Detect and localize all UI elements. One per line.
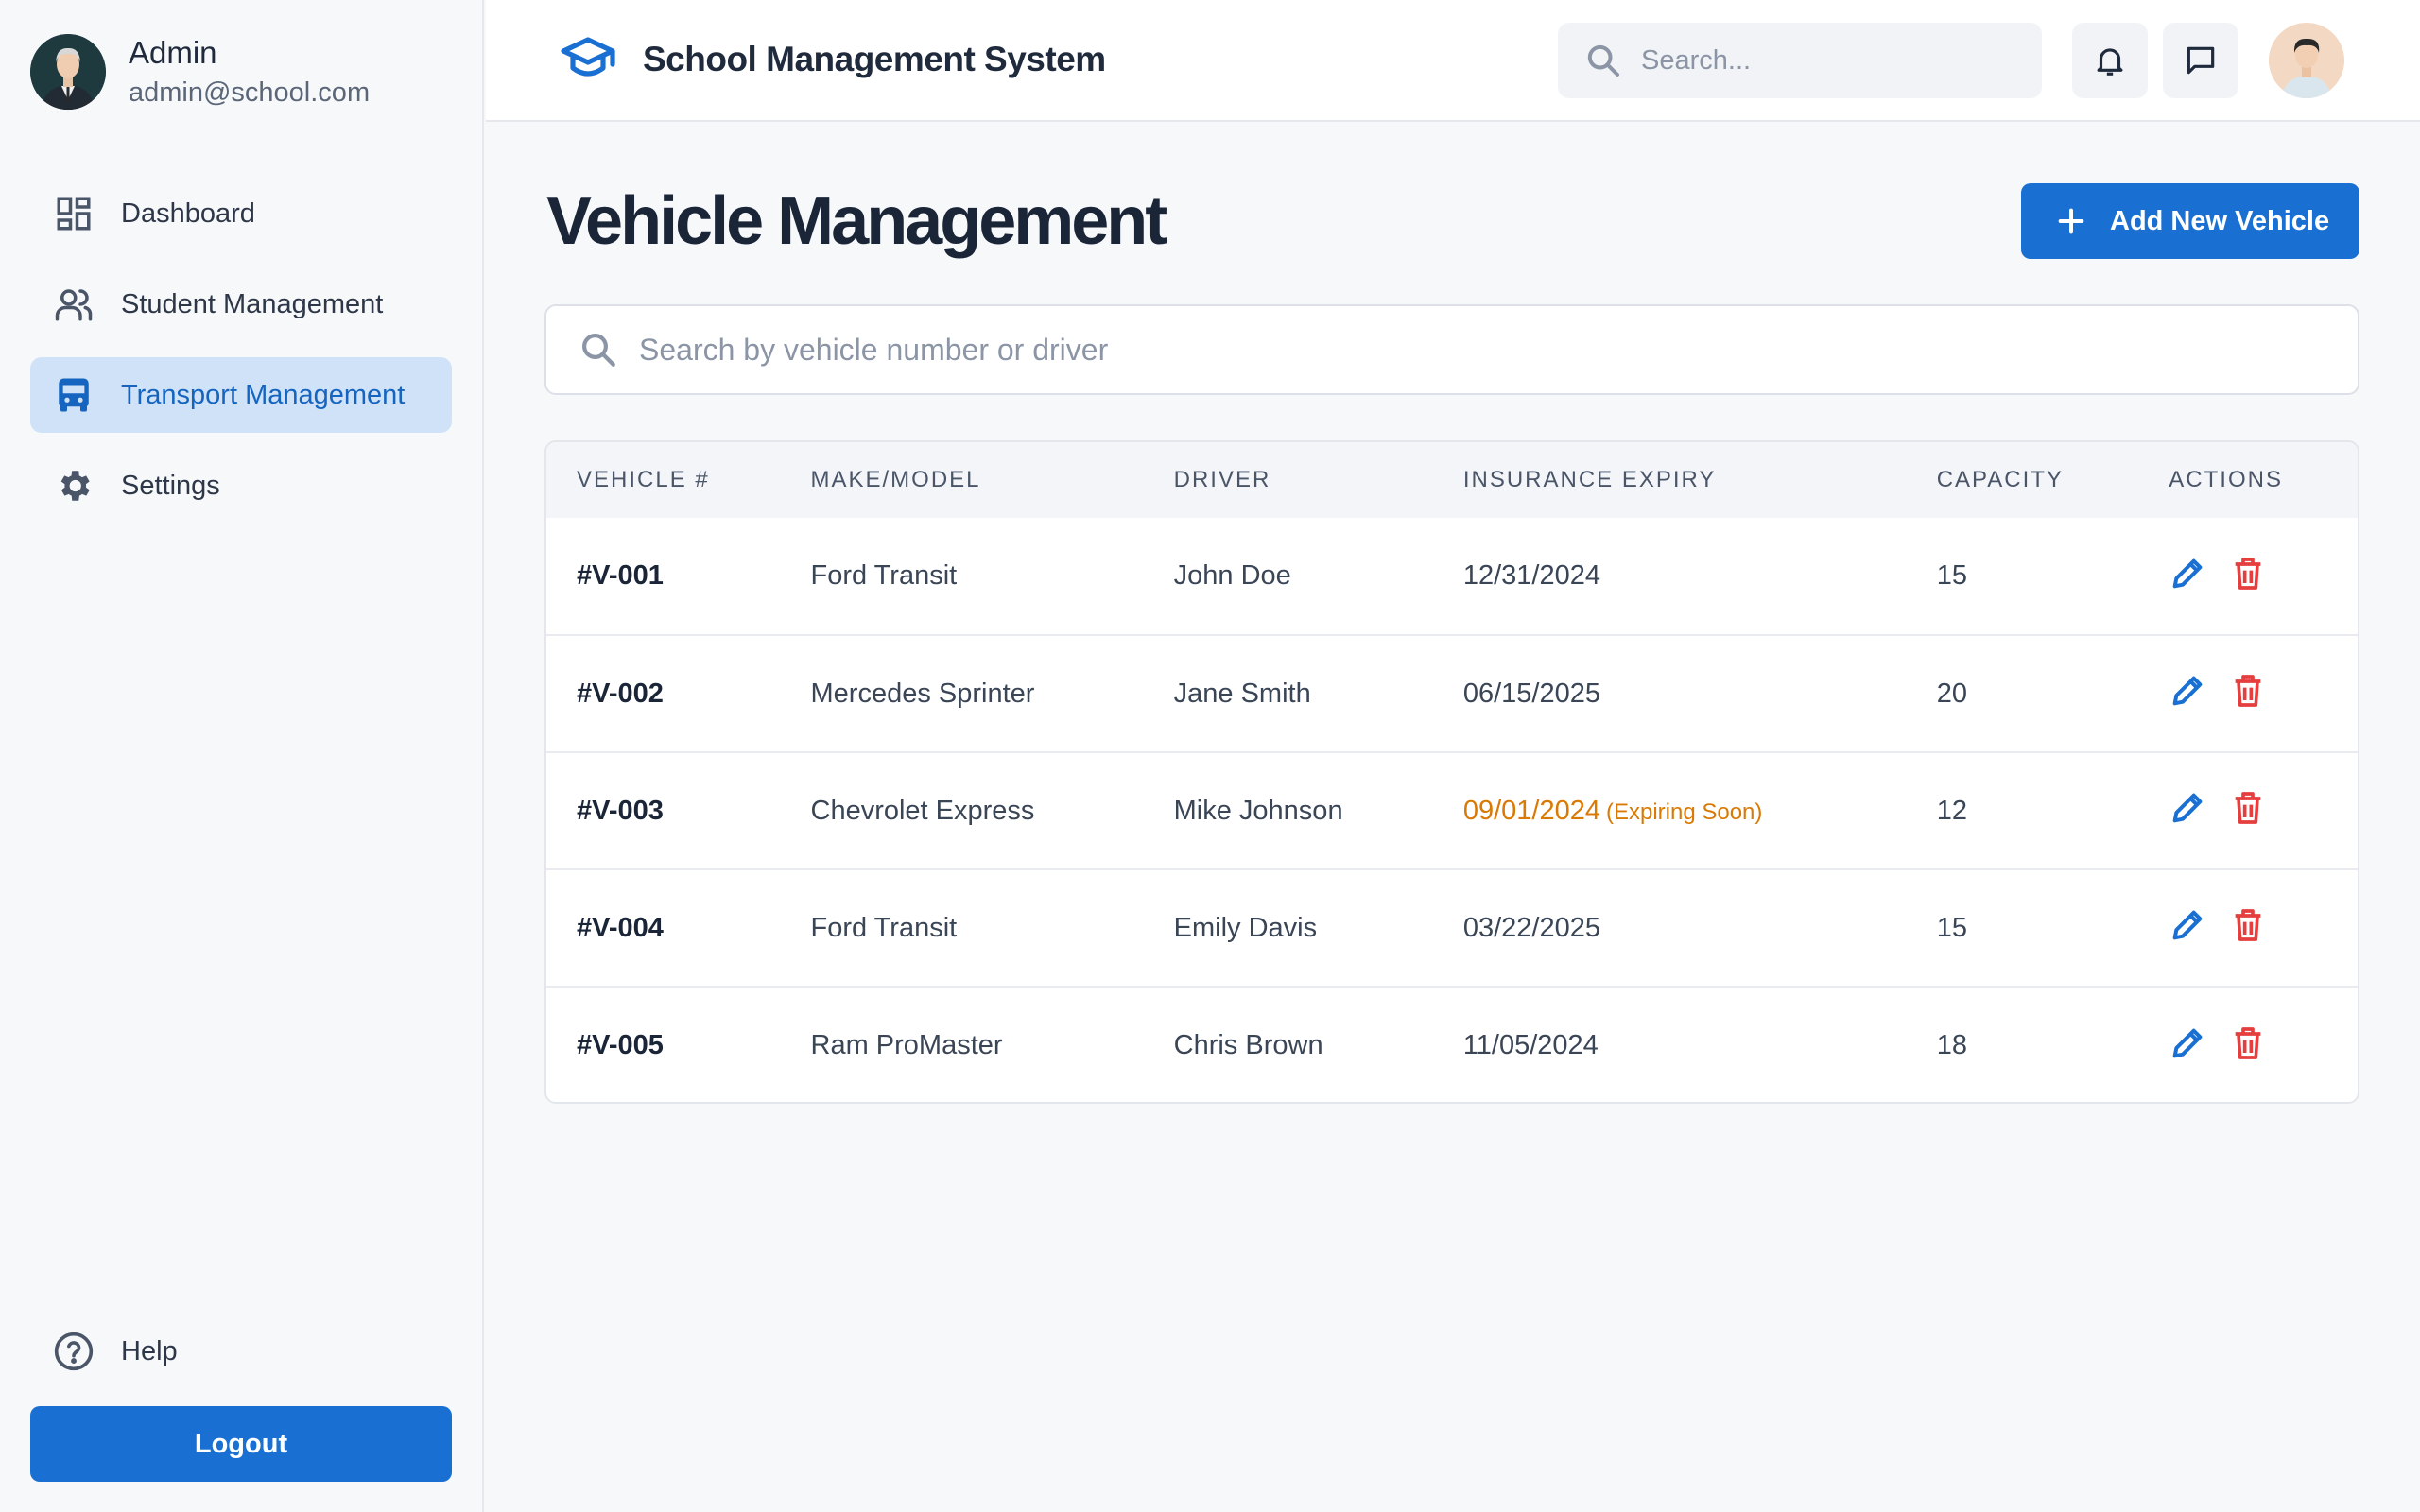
table-row[interactable]: #V-001 Ford Transit John Doe 12/31/2024 …	[546, 518, 2358, 635]
table-row[interactable]: #V-002 Mercedes Sprinter Jane Smith 06/1…	[546, 635, 2358, 752]
admin-profile[interactable]: Admin admin@school.com	[30, 32, 370, 112]
row-actions	[2138, 752, 2358, 869]
insurance-expiry-date: 09/01/2024	[1462, 795, 1600, 826]
vehicle-capacity: 15	[1936, 912, 1967, 943]
expiring-soon-note: (Expiring Soon)	[1605, 799, 1763, 825]
admin-name: Admin	[129, 35, 217, 70]
sidebar: Admin admin@school.com Dashboard Student…	[0, 0, 484, 1512]
sidebar-item-settings[interactable]: Settings	[30, 448, 452, 524]
table-row[interactable]: #V-004 Ford Transit Emily Davis 03/22/20…	[546, 869, 2358, 987]
brand[interactable]: School Management System	[560, 34, 1106, 85]
help-icon	[54, 1332, 94, 1371]
delete-icon[interactable]	[2229, 555, 2267, 593]
column-header[interactable]: CAPACITY	[1907, 442, 2139, 518]
dashboard-icon	[53, 193, 95, 234]
insurance-expiry: 09/01/2024 (Expiring Soon)	[1433, 752, 1907, 869]
search-icon	[1587, 44, 1619, 77]
vehicle-capacity: 12	[1936, 795, 1967, 826]
users-icon	[53, 284, 95, 325]
delete-icon[interactable]	[2229, 672, 2267, 710]
sidebar-item-label: Dashboard	[121, 198, 255, 229]
sidebar-item-label: Transport Management	[121, 379, 406, 410]
sidebar-item-label: Student Management	[121, 288, 384, 319]
edit-icon[interactable]	[2169, 1024, 2206, 1062]
vehicle-capacity: 15	[1936, 560, 1967, 591]
edit-icon[interactable]	[2169, 555, 2206, 593]
edit-icon[interactable]	[2169, 789, 2206, 827]
vehicle-capacity: 18	[1936, 1030, 1967, 1060]
sidebar-item-dashboard[interactable]: Dashboard	[30, 176, 452, 251]
vehicle-model: Ford Transit	[810, 912, 958, 943]
admin-email: admin@school.com	[129, 77, 371, 108]
bell-icon	[2097, 48, 2123, 76]
vehicle-driver: Emily Davis	[1173, 912, 1318, 943]
table-row[interactable]: #V-003 Chevrolet Express Mike Johnson 09…	[546, 752, 2358, 869]
vehicle-driver: Jane Smith	[1173, 678, 1311, 709]
column-header[interactable]: MAKE/MODEL	[781, 442, 1144, 518]
insurance-expiry: 06/15/2025	[1462, 678, 1600, 709]
header-search[interactable]	[1558, 23, 2042, 98]
vehicle-number: #V-002	[577, 678, 664, 709]
table-row[interactable]: #V-005 Ram ProMaster Chris Brown 11/05/2…	[546, 987, 2358, 1102]
edit-icon[interactable]	[2169, 672, 2206, 710]
vehicle-search[interactable]	[544, 304, 2360, 395]
logout-button[interactable]: Logout	[30, 1406, 452, 1482]
add-new-vehicle-label: Add New Vehicle	[2110, 205, 2330, 236]
user-avatar[interactable]	[2269, 23, 2344, 98]
vehicle-model: Chevrolet Express	[810, 795, 1035, 826]
help-link[interactable]: Help	[53, 1331, 178, 1372]
top-header: School Management System	[486, 0, 2420, 122]
column-header: ACTIONS	[2169, 467, 2283, 492]
insurance-expiry: 11/05/2024	[1462, 1030, 1599, 1060]
delete-icon[interactable]	[2229, 1024, 2267, 1062]
vehicle-driver: Mike Johnson	[1173, 795, 1343, 826]
insurance-expiry: 03/22/2025	[1462, 912, 1600, 943]
admin-avatar	[30, 34, 106, 110]
vehicle-model: Mercedes Sprinter	[810, 678, 1035, 709]
app-title: School Management System	[643, 40, 1106, 78]
column-header[interactable]: INSURANCE EXPIRY	[1433, 442, 1907, 518]
bus-icon	[53, 374, 95, 416]
delete-icon[interactable]	[2229, 789, 2267, 827]
sidebar-nav: Dashboard Student Management Transport M…	[30, 176, 452, 539]
plus-icon	[2058, 208, 2084, 234]
vehicle-number: #V-001	[577, 560, 664, 591]
vehicle-driver: John Doe	[1173, 560, 1291, 591]
row-actions	[2138, 518, 2358, 635]
row-actions	[2138, 635, 2358, 752]
vehicle-number: #V-004	[577, 912, 664, 943]
edit-icon[interactable]	[2169, 906, 2206, 944]
vehicle-number: #V-005	[577, 1030, 664, 1060]
notifications-button[interactable]	[2072, 23, 2148, 98]
vehicle-table: VEHICLE # MAKE/MODEL DRIVER INSURANCE EX…	[544, 440, 2360, 1104]
gear-icon	[53, 465, 95, 507]
sidebar-item-student-management[interactable]: Student Management	[30, 266, 452, 342]
add-new-vehicle-button[interactable]: Add New Vehicle	[2021, 183, 2360, 259]
header-search-input[interactable]	[1641, 44, 2019, 77]
vehicle-search-input[interactable]	[639, 332, 2246, 368]
vehicle-number: #V-003	[577, 795, 664, 826]
help-label: Help	[121, 1335, 178, 1366]
sidebar-item-transport-management[interactable]: Transport Management	[30, 357, 452, 433]
insurance-expiry: 12/31/2024	[1462, 560, 1600, 591]
row-actions	[2138, 987, 2358, 1102]
vehicle-model: Ford Transit	[810, 560, 958, 591]
search-icon	[582, 334, 615, 367]
graduation-cap-icon	[561, 37, 615, 77]
delete-icon[interactable]	[2229, 906, 2267, 944]
table-header-row: VEHICLE # MAKE/MODEL DRIVER INSURANCE EX…	[546, 442, 2358, 518]
chat-icon	[2187, 46, 2215, 75]
column-header[interactable]: VEHICLE #	[546, 442, 781, 518]
page-title: Vehicle Management	[546, 183, 1167, 259]
messages-button[interactable]	[2163, 23, 2238, 98]
vehicle-driver: Chris Brown	[1173, 1030, 1323, 1060]
row-actions	[2138, 869, 2358, 987]
vehicle-capacity: 20	[1936, 678, 1967, 709]
sidebar-item-label: Settings	[121, 470, 220, 501]
column-header[interactable]: DRIVER	[1144, 442, 1433, 518]
vehicle-model: Ram ProMaster	[810, 1030, 1003, 1060]
